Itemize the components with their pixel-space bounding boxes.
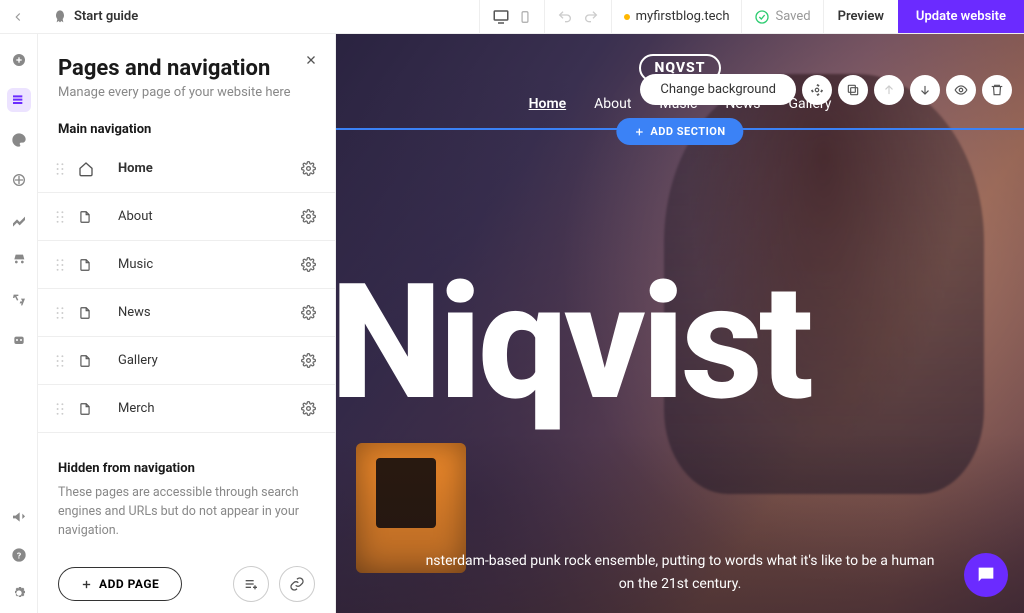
page-icon	[78, 400, 96, 418]
saved-indicator: Saved	[741, 0, 822, 33]
help-icon[interactable]: ?	[7, 543, 31, 567]
update-label: Update website	[916, 9, 1006, 24]
ai-styles-icon[interactable]	[7, 168, 31, 192]
page-settings-button[interactable]	[301, 209, 317, 225]
add-dropdown-button[interactable]	[233, 566, 269, 602]
left-rail: ?	[0, 34, 38, 613]
page-item[interactable]: Music	[38, 241, 335, 289]
mobile-icon[interactable]	[518, 8, 532, 26]
drag-handle-icon[interactable]	[56, 402, 66, 416]
drag-handle-icon[interactable]	[56, 354, 66, 368]
page-icon	[78, 352, 96, 370]
styles-icon[interactable]	[7, 128, 31, 152]
domain-label: myfirstblog.tech	[636, 9, 730, 24]
page-settings-button[interactable]	[301, 401, 317, 417]
drag-handle-icon[interactable]	[56, 210, 66, 224]
plus-icon	[81, 579, 92, 590]
hero-tagline[interactable]: nsterdam-based punk rock ensemble, putti…	[336, 550, 1024, 595]
drag-handle-icon[interactable]	[56, 306, 66, 320]
start-guide-label: Start guide	[74, 9, 138, 24]
add-element-icon[interactable]	[7, 48, 31, 72]
settings-icon[interactable]	[7, 581, 31, 605]
home-icon	[78, 160, 96, 178]
page-icon	[78, 304, 96, 322]
status-dot-icon	[624, 14, 630, 20]
close-panel-button[interactable]	[305, 54, 317, 66]
add-page-button[interactable]: ADD PAGE	[58, 567, 182, 601]
visibility-button[interactable]	[946, 75, 976, 105]
canvas-preview: NQVST HomeAboutMusicNewsGallery ADD SECT…	[336, 34, 1024, 613]
page-label: About	[118, 209, 301, 224]
add-section-label: ADD SECTION	[650, 125, 725, 138]
undo-icon[interactable]	[557, 9, 573, 25]
page-settings-button[interactable]	[301, 305, 317, 321]
add-section-button[interactable]: ADD SECTION	[616, 118, 743, 145]
redo-icon[interactable]	[583, 9, 599, 25]
page-label: News	[118, 305, 301, 320]
page-settings-button[interactable]	[301, 353, 317, 369]
page-item[interactable]: Home	[38, 145, 335, 193]
back-button[interactable]	[6, 5, 30, 29]
change-bg-label: Change background	[660, 82, 776, 97]
announce-icon[interactable]	[7, 505, 31, 529]
panel-title: Pages and navigation	[58, 56, 315, 81]
move-down-button[interactable]	[910, 75, 940, 105]
change-background-button[interactable]: Change background	[640, 74, 796, 105]
check-circle-icon	[754, 9, 770, 25]
page-item[interactable]: News	[38, 289, 335, 337]
page-label: Music	[118, 257, 301, 272]
page-icon	[78, 208, 96, 226]
start-guide-button[interactable]: Start guide	[52, 9, 138, 25]
drag-handle-icon[interactable]	[56, 258, 66, 272]
page-item[interactable]: Merch	[38, 385, 335, 433]
section-settings-button[interactable]	[802, 75, 832, 105]
main-nav-heading: Main navigation	[58, 122, 315, 137]
plus-icon	[634, 127, 644, 137]
tagline-line: on the 21st century.	[619, 576, 742, 592]
page-label: Home	[118, 161, 301, 176]
hidden-nav-heading: Hidden from navigation	[58, 461, 315, 476]
update-website-button[interactable]: Update website	[898, 0, 1024, 33]
page-item[interactable]: Gallery	[38, 337, 335, 385]
page-icon	[78, 256, 96, 274]
store-icon[interactable]	[7, 248, 31, 272]
preview-button[interactable]: Preview	[823, 0, 898, 33]
svg-text:?: ?	[16, 551, 20, 561]
domain-indicator[interactable]: myfirstblog.tech	[611, 0, 742, 33]
page-settings-button[interactable]	[301, 257, 317, 273]
blog-icon[interactable]	[7, 208, 31, 232]
translate-icon[interactable]	[7, 288, 31, 312]
page-settings-button[interactable]	[301, 161, 317, 177]
add-page-label: ADD PAGE	[99, 577, 159, 591]
hero-title[interactable]: Niqvist	[336, 264, 810, 424]
pages-icon[interactable]	[7, 88, 31, 112]
page-label: Merch	[118, 401, 301, 416]
hidden-nav-description: These pages are accessible through searc…	[58, 484, 315, 540]
ai-assistant-icon[interactable]	[7, 328, 31, 352]
chat-support-button[interactable]	[964, 553, 1008, 597]
pages-panel: Pages and navigation Manage every page o…	[38, 34, 336, 613]
rocket-icon	[52, 9, 68, 25]
page-label: Gallery	[118, 353, 301, 368]
panel-subtitle: Manage every page of your website here	[58, 85, 315, 100]
duplicate-button[interactable]	[838, 75, 868, 105]
preview-label: Preview	[838, 9, 884, 24]
page-item[interactable]: About	[38, 193, 335, 241]
desktop-icon[interactable]	[492, 8, 510, 26]
move-up-button[interactable]	[874, 75, 904, 105]
saved-label: Saved	[775, 9, 810, 24]
drag-handle-icon[interactable]	[56, 162, 66, 176]
nav-link[interactable]: About	[594, 96, 631, 112]
nav-link[interactable]: Home	[529, 96, 567, 112]
add-link-button[interactable]	[279, 566, 315, 602]
tagline-line: nsterdam-based punk rock ensemble, putti…	[426, 553, 935, 569]
delete-button[interactable]	[982, 75, 1012, 105]
